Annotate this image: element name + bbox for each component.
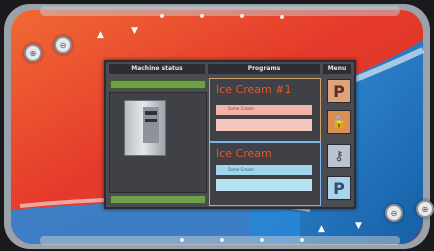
lock-button[interactable]: 🔒 — [327, 110, 351, 134]
up-arrow-icon[interactable]: ▲ — [97, 30, 104, 40]
right-button-top[interactable]: ⊕ — [416, 200, 434, 218]
program-detail: Some Cream — [228, 106, 254, 111]
program-detail: Some Cream — [228, 167, 254, 172]
program-sub-box — [216, 179, 312, 191]
indicator-light — [200, 14, 204, 18]
indicator-light — [300, 238, 304, 242]
program-detail-box: Some Cream — [216, 105, 312, 115]
program-name: Ice Cream — [216, 147, 272, 160]
up-arrow-icon[interactable]: ▲ — [318, 224, 325, 234]
program-detail-box: Some Cream — [216, 165, 312, 175]
indicator-light — [240, 14, 244, 18]
key-icon: ⚷ — [334, 148, 344, 164]
indicator-light — [280, 15, 284, 19]
right-button-bottom[interactable]: ⊖ — [385, 204, 403, 222]
left-button-top[interactable]: ⊕ — [24, 44, 42, 62]
indicator-light — [180, 238, 184, 242]
indicator-light — [220, 238, 224, 242]
indicator-light — [260, 238, 264, 242]
program-card[interactable]: Ice Cream #1 Some Cream — [209, 78, 321, 142]
parking-p-button[interactable]: P — [327, 176, 351, 200]
machine-image — [124, 100, 166, 156]
key-button[interactable]: ⚷ — [327, 144, 351, 168]
machine-status-header: Machine status — [109, 64, 205, 74]
programs-header: Programs — [208, 64, 320, 74]
parking-p-button[interactable]: P — [327, 79, 351, 103]
program-card[interactable]: Ice Cream Some Cream — [209, 142, 321, 206]
program-sub-box — [216, 119, 312, 131]
left-button-bottom[interactable]: ⊖ — [54, 36, 72, 54]
menu-header: Menu — [323, 64, 351, 74]
status-bar-bottom — [110, 195, 206, 204]
display-screen: Machine status Programs Menu Ice Cream #… — [104, 60, 356, 209]
indicator-light — [160, 14, 164, 18]
status-bar-top — [110, 80, 206, 89]
program-name: Ice Cream #1 — [216, 83, 292, 96]
lock-icon: 🔒 — [331, 115, 347, 129]
down-arrow-icon[interactable]: ▼ — [131, 26, 138, 36]
down-arrow-icon[interactable]: ▼ — [355, 221, 362, 231]
